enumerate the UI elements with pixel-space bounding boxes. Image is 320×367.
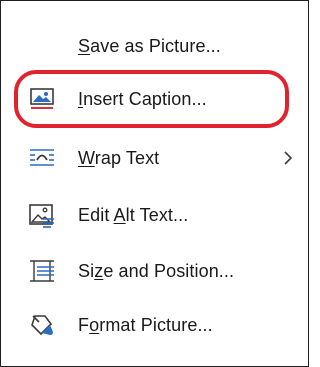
menu-item-edit-alt-text[interactable]: Edit Alt Text... bbox=[1, 195, 308, 235]
menu-item-label: Save as Picture... bbox=[78, 36, 221, 56]
menu-item-save-as-picture[interactable]: Save as Picture... bbox=[1, 26, 308, 66]
menu-item-label: Wrap Text bbox=[78, 148, 160, 168]
menu-item-label: Insert Caption... bbox=[78, 89, 207, 109]
menu-item-format-picture[interactable]: Format Picture... bbox=[1, 305, 308, 345]
mnemonic-letter: A bbox=[113, 205, 126, 225]
chevron-right-icon bbox=[281, 150, 295, 166]
menu-item-insert-caption[interactable]: Insert Caption... bbox=[1, 79, 308, 119]
wrap-text-icon bbox=[29, 145, 55, 171]
alt-text-icon bbox=[29, 202, 55, 228]
mnemonic-letter: I bbox=[78, 89, 84, 109]
mnemonic-letter: W bbox=[78, 148, 95, 168]
mnemonic-letter: z bbox=[94, 261, 104, 281]
context-menu: Save as Picture... Insert Caption... Wra… bbox=[1, 1, 308, 366]
menu-item-size-and-position[interactable]: Size and Position... bbox=[1, 251, 308, 291]
menu-item-label: Size and Position... bbox=[78, 261, 235, 281]
mnemonic-letter: o bbox=[89, 315, 100, 335]
size-position-icon bbox=[29, 258, 55, 284]
insert-caption-icon bbox=[29, 86, 55, 112]
mnemonic-letter: S bbox=[78, 36, 91, 56]
menu-item-wrap-text[interactable]: Wrap Text bbox=[1, 138, 308, 178]
context-menu-frame: Save as Picture... Insert Caption... Wra… bbox=[0, 0, 309, 367]
menu-item-label: Edit Alt Text... bbox=[78, 205, 189, 225]
menu-item-label: Format Picture... bbox=[78, 315, 213, 335]
format-picture-icon bbox=[29, 312, 55, 338]
